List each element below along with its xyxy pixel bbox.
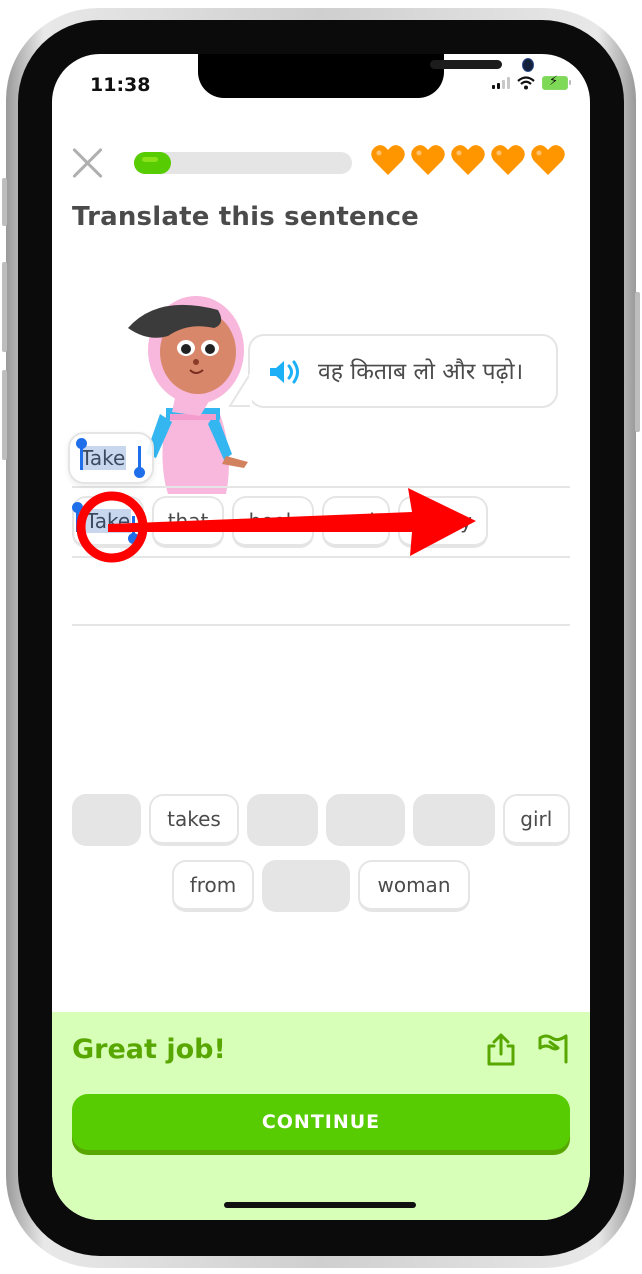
wifi-icon: [517, 76, 535, 90]
word-bank-tile[interactable]: takes: [149, 794, 239, 846]
answer-tile[interactable]: that: [152, 496, 224, 548]
word-bank-row-1: takes girl: [72, 794, 570, 846]
answer-line-3: [72, 624, 570, 626]
lesson-progress-bar: [134, 152, 352, 174]
selection-handle-end[interactable]: [134, 446, 145, 478]
word-bank-tile-used: [262, 860, 350, 912]
volume-down-button: [2, 370, 7, 460]
speech-bubble: वह किताब लो और पढ़ो।: [248, 334, 558, 408]
heart-icon: [451, 145, 485, 175]
speaker-volume-icon[interactable]: [268, 358, 304, 386]
selection-handle-end[interactable]: [128, 516, 139, 544]
dragged-word-tile[interactable]: Take: [68, 432, 154, 484]
share-icon[interactable]: [484, 1032, 518, 1068]
answer-tile[interactable]: study: [398, 496, 488, 548]
source-sentence[interactable]: वह किताब लो और पढ़ो।: [318, 354, 523, 386]
dragged-word-label: Take: [80, 446, 127, 470]
selection-handle-start[interactable]: [72, 502, 83, 532]
word-bank-row-2: from woman: [72, 860, 570, 912]
word-bank-tile[interactable]: girl: [502, 794, 570, 846]
notch: [198, 54, 534, 98]
word-bank-tile-used: [246, 794, 318, 846]
word-bank-tile[interactable]: from: [172, 860, 254, 912]
close-icon[interactable]: [70, 146, 104, 180]
word-bank-tile-used: [413, 794, 495, 846]
home-indicator[interactable]: [224, 1202, 416, 1208]
volume-up-button: [2, 262, 7, 352]
battery-charging-icon: ⚡: [542, 74, 571, 90]
feedback-panel: Great job! CONTINUE: [52, 1012, 590, 1220]
status-icons: ⚡: [492, 74, 571, 90]
status-time: 11:38: [90, 74, 151, 96]
heart-icon: [371, 145, 405, 175]
mute-switch: [2, 178, 7, 226]
exercise-title: Translate this sentence: [72, 202, 420, 232]
word-bank-tile-used: [72, 794, 142, 846]
word-bank-tile-used: [325, 794, 406, 846]
earpiece: [430, 60, 502, 69]
power-button: [635, 292, 640, 432]
answer-tile[interactable]: and: [322, 496, 390, 548]
heart-icon: [491, 145, 525, 175]
answer-line-2: [72, 556, 570, 558]
hearts-lives: [370, 142, 566, 178]
flag-report-icon[interactable]: [536, 1030, 570, 1066]
selection-handle-start[interactable]: [76, 438, 87, 470]
feedback-message: Great job!: [72, 1034, 226, 1065]
cellular-signal-icon: [492, 77, 510, 89]
heart-icon: [411, 145, 445, 175]
app-screen: 11:38 ⚡ Translate this sentence वह किताब…: [52, 54, 590, 1220]
answer-tile[interactable]: book: [232, 496, 314, 548]
speech-bubble-tail: [228, 374, 252, 407]
progress-fill: [134, 152, 172, 174]
word-bank-tile[interactable]: woman: [358, 860, 470, 912]
heart-icon: [531, 145, 565, 175]
answer-line-1: [72, 486, 570, 488]
continue-button[interactable]: CONTINUE: [72, 1094, 570, 1150]
front-camera: [522, 58, 534, 72]
